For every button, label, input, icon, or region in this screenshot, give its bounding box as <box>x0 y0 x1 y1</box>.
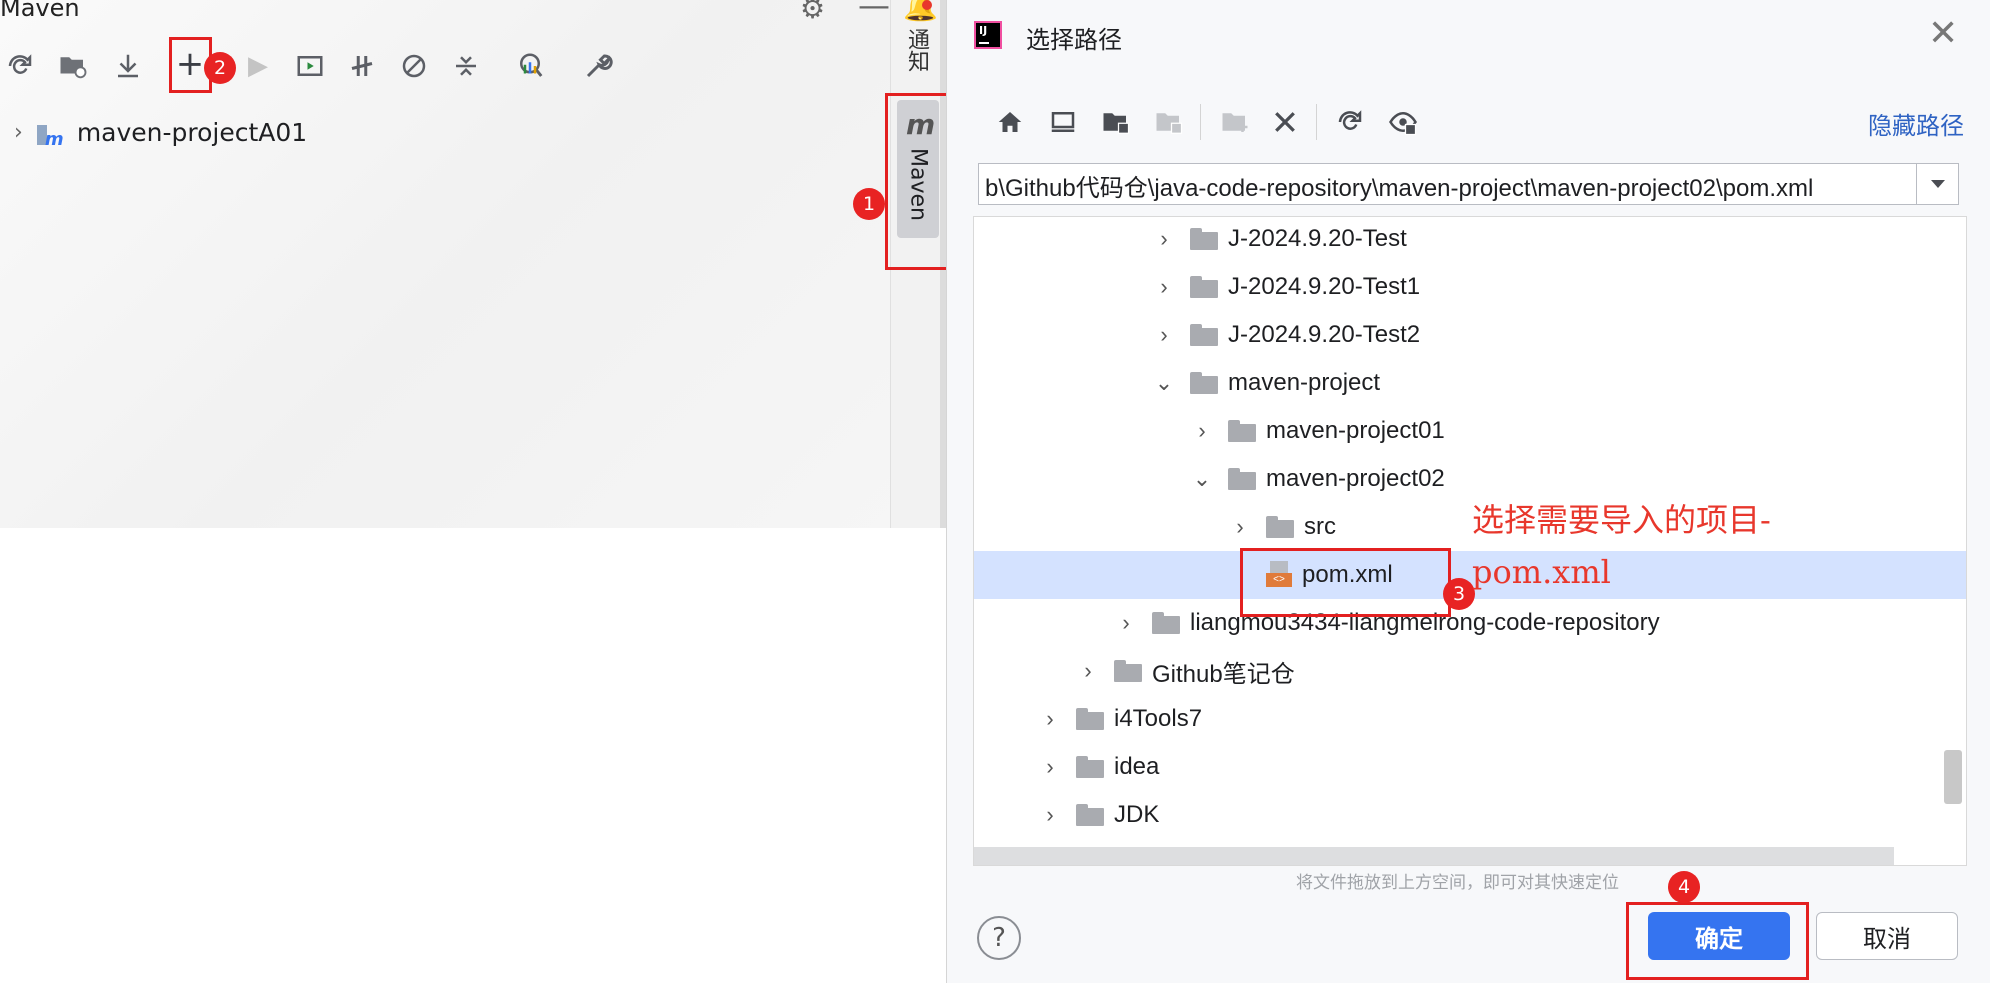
tree-row[interactable]: ⌄ maven-project <box>974 359 1966 407</box>
chevron-down-icon[interactable]: ⌄ <box>1188 466 1216 492</box>
highlight-ok-button <box>1626 902 1809 980</box>
tree-row[interactable]: › JDK <box>974 791 1966 839</box>
folder-icon <box>1114 660 1142 682</box>
vertical-scrollbar-thumb[interactable] <box>1944 750 1962 804</box>
maven-tool-window: Maven ⚙ — + ▶ › m maven-projectA01 <box>0 0 945 528</box>
tree-row[interactable]: › J-2024.9.20-Test1 <box>974 263 1966 311</box>
toggle-offline-icon[interactable] <box>344 48 380 84</box>
horizontal-scrollbar[interactable] <box>974 847 1894 865</box>
hide-path-link[interactable]: 隐藏路径 <box>1868 106 1964 141</box>
run-icon[interactable]: ▶ <box>240 48 276 84</box>
highlight-pom-file <box>1240 548 1451 617</box>
help-button[interactable]: ? <box>977 916 1021 960</box>
reload-icon[interactable] <box>2 48 38 84</box>
chevron-right-icon[interactable]: › <box>1150 274 1178 300</box>
cancel-button[interactable]: 取消 <box>1816 912 1958 960</box>
logo-text: IJ <box>979 24 988 37</box>
folder-icon <box>1190 324 1218 346</box>
highlight-maven-tab <box>885 93 955 270</box>
maven-panel-title: Maven <box>0 0 80 22</box>
chevron-right-icon[interactable]: › <box>1112 610 1140 636</box>
chevron-right-icon[interactable]: › <box>1036 706 1064 732</box>
annotation-note: 选择需要导入的项目- pom.xml <box>1472 494 1892 598</box>
folder-icon <box>1228 468 1256 490</box>
tree-row[interactable]: › J-2024.9.20-Test <box>974 217 1966 263</box>
maven-project-label: maven-projectA01 <box>76 118 308 147</box>
intellij-logo: IJ <box>974 21 1002 49</box>
maven-settings-wrench-icon[interactable] <box>580 48 616 84</box>
maven-module-icon: m <box>36 119 64 150</box>
dialog-title: 选择路径 <box>1026 26 1122 54</box>
maven-project-item[interactable]: › m maven-projectA01 <box>14 118 308 150</box>
toolbar-separator <box>1200 104 1201 140</box>
tree-row[interactable]: › Github笔记仓 <box>974 647 1966 695</box>
chevron-down-icon[interactable]: ⌄ <box>1150 370 1178 396</box>
path-input[interactable]: b\Github代码仓\java-code-repository\maven-p… <box>978 163 1917 205</box>
folder-icon <box>1190 372 1218 394</box>
chevron-right-icon[interactable]: › <box>1036 802 1064 828</box>
project-folder-icon[interactable] <box>1096 102 1136 142</box>
tree-item-label: maven-project <box>1228 369 1381 396</box>
chevron-right-icon[interactable]: › <box>1188 418 1216 444</box>
refresh-icon[interactable] <box>1330 102 1370 142</box>
folder-icon <box>1190 228 1218 250</box>
folder-icon <box>1190 276 1218 298</box>
chevron-right-icon[interactable]: › <box>1226 514 1254 540</box>
collapse-all-icon[interactable] <box>448 48 484 84</box>
desktop-icon[interactable] <box>1043 102 1083 142</box>
chevron-right-icon[interactable]: › <box>1150 226 1178 252</box>
notification-dot <box>922 0 932 10</box>
settings-icon[interactable]: ⚙ <box>800 0 825 25</box>
module-folder-icon <box>1149 102 1189 142</box>
folder-icon <box>1076 708 1104 730</box>
notifications-bell-icon[interactable]: 🔔 <box>903 0 938 23</box>
step-badge-2: 2 <box>204 52 236 84</box>
step-badge-4: 4 <box>1668 871 1700 903</box>
annotation-line-1: 选择需要导入的项目- <box>1472 501 1771 539</box>
tree-row[interactable]: › liangmou3434-liangmeirong-code-reposito… <box>974 599 1966 647</box>
folder-icon <box>1152 612 1180 634</box>
folder-icon <box>1076 804 1104 826</box>
path-history-dropdown[interactable] <box>1917 163 1959 205</box>
reload-folder-icon[interactable] <box>55 48 91 84</box>
tree-row[interactable]: › maven-project01 <box>974 407 1966 455</box>
step-badge-3: 3 <box>1443 578 1475 610</box>
chevron-right-icon[interactable]: › <box>1074 658 1102 684</box>
drag-hint-text: 将文件拖放到上方空间，即可对其快速定位 <box>1296 873 1619 893</box>
minimize-icon[interactable]: — <box>858 0 890 24</box>
chevron-right-icon[interactable]: › <box>1150 322 1178 348</box>
chevron-down-icon <box>1930 180 1945 188</box>
close-icon[interactable]: ✕ <box>1928 16 1958 52</box>
tree-item-label: J-2024.9.20-Test2 <box>1228 321 1421 348</box>
tree-row[interactable]: › idea <box>974 743 1966 791</box>
notifications-tab[interactable]: 通知 <box>900 28 932 72</box>
tree-item-label: Github笔记仓 <box>1152 660 1295 688</box>
tree-item-label: J-2024.9.20-Test <box>1228 225 1407 252</box>
tree-item-label: maven-project02 <box>1266 465 1445 492</box>
show-hidden-files-icon[interactable] <box>1383 102 1423 142</box>
tree-item-label: src <box>1304 513 1336 540</box>
download-icon[interactable] <box>110 48 146 84</box>
tree-item-label: JDK <box>1114 801 1160 828</box>
tree-item-label: J-2024.9.20-Test1 <box>1228 273 1421 300</box>
chevron-right-icon[interactable]: › <box>1036 754 1064 780</box>
folder-icon <box>1076 756 1104 778</box>
toolbar-separator <box>1316 104 1317 140</box>
skip-tests-icon[interactable] <box>396 48 432 84</box>
new-folder-icon <box>1215 102 1255 142</box>
folder-icon <box>1266 516 1294 538</box>
step-badge-1: 1 <box>853 188 885 220</box>
annotation-line-2: pom.xml <box>1472 553 1611 591</box>
tree-item-label: i4Tools7 <box>1114 705 1203 732</box>
tree-row[interactable]: › i4Tools7 <box>974 695 1966 743</box>
delete-icon[interactable] <box>1265 102 1305 142</box>
execute-goal-icon[interactable] <box>292 48 328 84</box>
folder-icon <box>1228 420 1256 442</box>
expand-chevron-icon[interactable]: › <box>14 120 23 145</box>
analyze-dependencies-icon[interactable] <box>512 48 548 84</box>
tree-item-label: maven-project01 <box>1266 417 1445 444</box>
home-icon[interactable] <box>990 102 1030 142</box>
tree-row[interactable]: › J-2024.9.20-Test2 <box>974 311 1966 359</box>
tree-item-label: idea <box>1114 753 1160 780</box>
